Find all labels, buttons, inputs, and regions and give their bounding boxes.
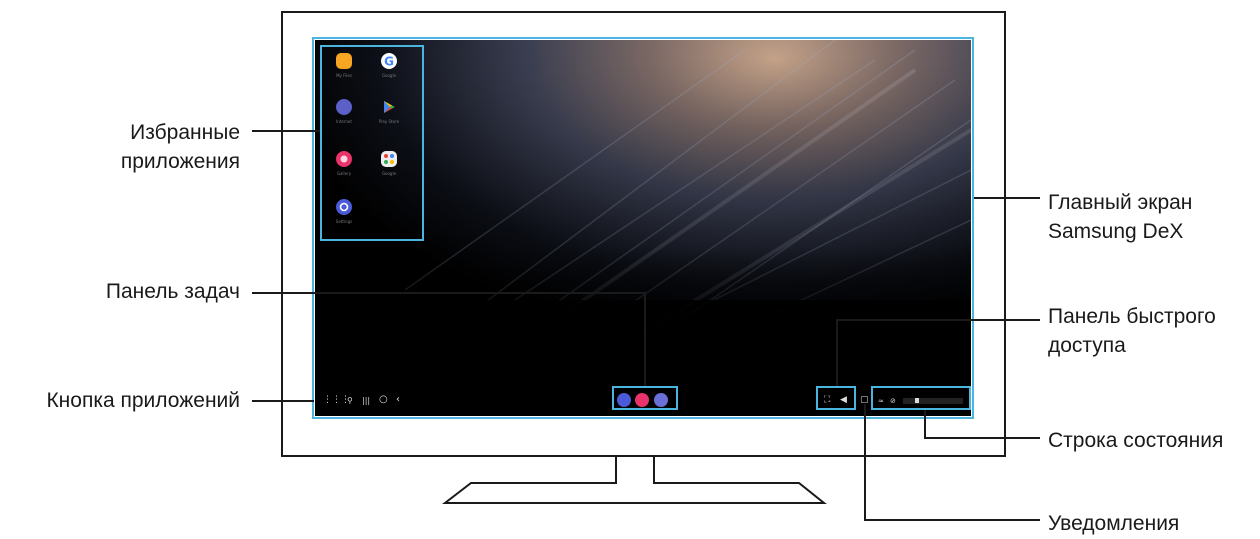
callout-status-bar-v <box>924 410 926 438</box>
label-main-screen-line1: Главный экран <box>1048 191 1193 214</box>
label-status-bar: Строка состояния <box>1048 429 1224 452</box>
monitor-stand <box>442 456 827 504</box>
label-main-screen-line2: Samsung DeX <box>1048 220 1184 243</box>
label-favorites-line2: приложения <box>120 150 240 173</box>
label-notifications: Уведомления <box>1048 512 1180 535</box>
label-quick-access-line1: Панель быстрого <box>1048 305 1216 328</box>
callout-favorites <box>252 130 320 132</box>
label-taskbar: Панель задач <box>105 280 240 303</box>
label-apps-button: Кнопка приложений <box>46 389 240 412</box>
callout-quick-access-v <box>836 319 838 386</box>
highlight-status-bar <box>871 386 971 410</box>
label-quick-access-line2: доступа <box>1048 334 1126 357</box>
highlight-quick-access <box>816 386 856 410</box>
callout-status-bar-h <box>924 437 1040 439</box>
callout-main-screen <box>974 197 1040 199</box>
highlight-favorites <box>320 45 424 241</box>
callout-apps-button <box>252 400 314 402</box>
callout-taskbar-v <box>644 292 646 386</box>
callout-quick-access-h <box>836 319 1040 321</box>
label-favorites-line1: Избранные <box>130 121 240 144</box>
callout-notifications-h <box>864 519 1040 521</box>
callout-taskbar-h <box>252 292 645 294</box>
callout-notifications-v <box>864 404 866 520</box>
highlight-taskbar-apps <box>612 386 678 410</box>
